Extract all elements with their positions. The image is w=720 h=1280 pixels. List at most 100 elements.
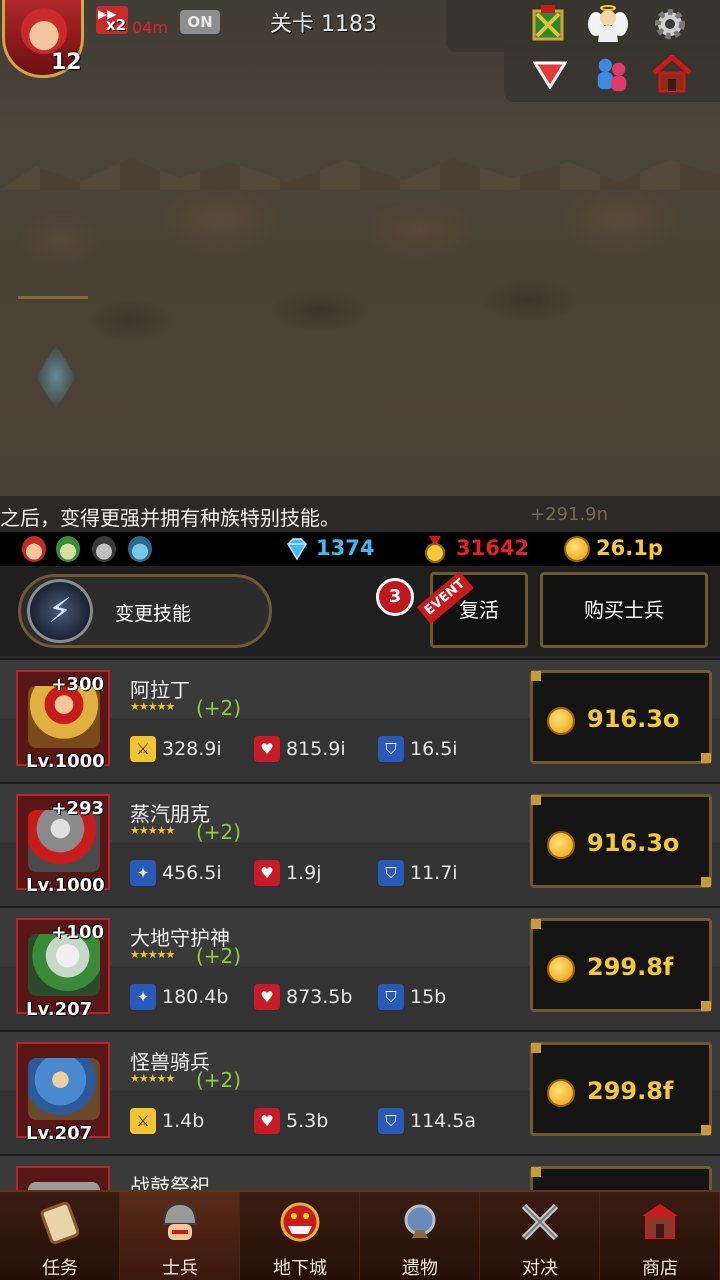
upgrade-button[interactable]: [530, 1166, 712, 1190]
race-undead-icon[interactable]: [92, 536, 116, 562]
frame-corner: [531, 1043, 541, 1053]
soldier-stars: ★★★★★: [130, 824, 175, 837]
medal-count: 31642: [456, 536, 530, 560]
gem-icon: [284, 536, 310, 562]
shield-icon: ⛉: [378, 860, 404, 886]
upgrade-button[interactable]: 916.3o: [530, 670, 712, 764]
race-human-icon[interactable]: [22, 536, 46, 562]
soldier-name: 战鼓祭祀: [130, 1174, 210, 1190]
heart-icon: ♥: [254, 860, 280, 886]
player-avatar[interactable]: 12: [2, 0, 84, 78]
stage-label: 关卡 1183: [270, 12, 377, 37]
gold-count: 26.1p: [596, 536, 663, 560]
soldier-bonus: +300: [51, 674, 104, 695]
soldier-star-bonus: (+2): [196, 944, 242, 968]
soldier-row-war-drum-priest[interactable]: 战鼓祭祀: [0, 1154, 720, 1190]
frame-corner: [531, 671, 541, 681]
medal-icon: [422, 536, 448, 563]
soldier-portrait[interactable]: +300 Lv.1000: [16, 670, 110, 772]
soldier-stars: ★★★★★: [130, 1072, 175, 1085]
soldier-defense: 11.7i: [410, 862, 458, 884]
change-skill-label: 变更技能: [115, 603, 192, 625]
speed-toggle[interactable]: ON: [180, 10, 220, 34]
race-elf-icon[interactable]: [56, 536, 80, 562]
soldier-stars: ★★★★★: [130, 948, 175, 961]
soldier-attack: 328.9i: [162, 738, 222, 760]
nav-tab-dungeon[interactable]: 地下城: [240, 1192, 360, 1280]
nav-tab-shop[interactable]: 商店: [600, 1192, 720, 1280]
upgrade-price: 916.3o: [587, 705, 680, 733]
angel-icon[interactable]: [588, 4, 628, 44]
soldier-portrait[interactable]: +100 Lv.207: [16, 918, 110, 1020]
change-skill-button[interactable]: ⚡ 变更技能: [18, 574, 272, 648]
soldier-level: Lv.207: [26, 1123, 93, 1144]
heart-icon: ♥: [254, 984, 280, 1010]
nav-label: 士兵: [162, 1258, 198, 1279]
buy-soldier-button[interactable]: 购买士兵: [540, 572, 708, 648]
speed-boost-button[interactable]: ▶▶ x2: [96, 6, 128, 34]
multiplayer-icon[interactable]: [592, 54, 632, 94]
house-icon[interactable]: [652, 54, 692, 94]
nav-label: 遗物: [402, 1258, 438, 1279]
monster-icon: [278, 1200, 322, 1246]
gold-coin-icon: [547, 707, 575, 735]
steampunk-art-icon: [28, 810, 100, 872]
soldier-row-earth-guardian[interactable]: +100 Lv.207 大地守护神 ★★★★★ (+2) ✦ 180.4b ♥ …: [0, 906, 720, 1030]
shield-crest-icon[interactable]: [528, 4, 568, 44]
notice-bar: 之后，变得更强并拥有种族特别技能。: [0, 496, 720, 532]
gold-coin-icon: [547, 955, 575, 983]
soldier-star-bonus: (+2): [196, 696, 242, 720]
speed-boost-time: 04m: [132, 18, 168, 37]
upgrade-button[interactable]: 299.8f: [530, 1042, 712, 1136]
soldier-bonus: +293: [51, 798, 104, 819]
soldier-row-aladdin[interactable]: +300 Lv.1000 阿拉丁 ★★★★★ (+2) ⚔ 328.9i ♥ 8…: [0, 658, 720, 782]
action-bar: ⚡ 变更技能 3 EVENT 复活 购买士兵: [0, 566, 720, 656]
gold-coin-icon: [564, 536, 590, 562]
upgrade-button[interactable]: 299.8f: [530, 918, 712, 1012]
heart-icon: ♥: [254, 1108, 280, 1134]
monster-cavalry-art-icon: [28, 1058, 100, 1120]
lightning-tower-icon: ⚡: [27, 579, 93, 643]
frame-corner: [701, 877, 711, 887]
nav-tab-soldiers[interactable]: 士兵: [120, 1192, 240, 1280]
nav-tab-duel[interactable]: 对决: [480, 1192, 600, 1280]
frame-corner: [701, 1125, 711, 1135]
soldier-star-bonus: (+2): [196, 820, 242, 844]
notice-text: 之后，变得更强并拥有种族特别技能。: [0, 506, 340, 530]
player-level: 12: [51, 50, 82, 75]
frame-corner: [531, 1167, 541, 1177]
buy-soldier-label: 购买士兵: [584, 598, 664, 622]
soldier-hp: 5.3b: [286, 1110, 329, 1132]
frame-corner: [531, 919, 541, 929]
shield-icon: ⛉: [378, 736, 404, 762]
nav-label: 商店: [642, 1258, 678, 1279]
soldier-attack: 180.4b: [162, 986, 229, 1008]
soldier-portrait[interactable]: +293 Lv.1000: [16, 794, 110, 896]
aladdin-art-icon: [28, 686, 100, 748]
triangle-down-icon[interactable]: [530, 54, 570, 94]
speed-multiplier: x2: [106, 16, 127, 34]
soldier-name: 阿拉丁: [130, 678, 190, 702]
nav-tab-relics[interactable]: 遗物: [360, 1192, 480, 1280]
soldier-list[interactable]: +300 Lv.1000 阿拉丁 ★★★★★ (+2) ⚔ 328.9i ♥ 8…: [0, 656, 720, 1190]
orb-icon: [398, 1200, 442, 1246]
earth-guardian-art-icon: [28, 934, 100, 996]
notification-badge: 3: [376, 578, 414, 616]
upgrade-button[interactable]: 916.3o: [530, 794, 712, 888]
floating-damage-text: +291.9n: [530, 504, 609, 525]
gear-icon[interactable]: [650, 4, 690, 44]
soldier-portrait[interactable]: [16, 1166, 110, 1190]
race-monster-icon[interactable]: [128, 536, 152, 562]
nav-tab-quests[interactable]: 任务: [0, 1192, 120, 1280]
soldier-row-monster-cavalry[interactable]: Lv.207 怪兽骑兵 ★★★★★ (+2) ⚔ 1.4b ♥ 5.3b ⛉ 1…: [0, 1030, 720, 1154]
soldier-defense: 15b: [410, 986, 447, 1008]
shield-icon: ⛉: [378, 1108, 404, 1134]
soldier-level: Lv.1000: [26, 875, 105, 896]
soldier-portrait[interactable]: Lv.207: [16, 1042, 110, 1144]
soldier-defense: 114.5a: [410, 1110, 477, 1132]
revive-button[interactable]: EVENT 复活: [416, 571, 528, 648]
soldier-row-steampunk[interactable]: +293 Lv.1000 蒸汽朋克 ★★★★★ (+2) ✦ 456.5i ♥ …: [0, 782, 720, 906]
sword-icon: ⚔: [130, 1108, 156, 1134]
soldier-defense: 16.5i: [410, 738, 458, 760]
shield-icon: ⛉: [378, 984, 404, 1010]
